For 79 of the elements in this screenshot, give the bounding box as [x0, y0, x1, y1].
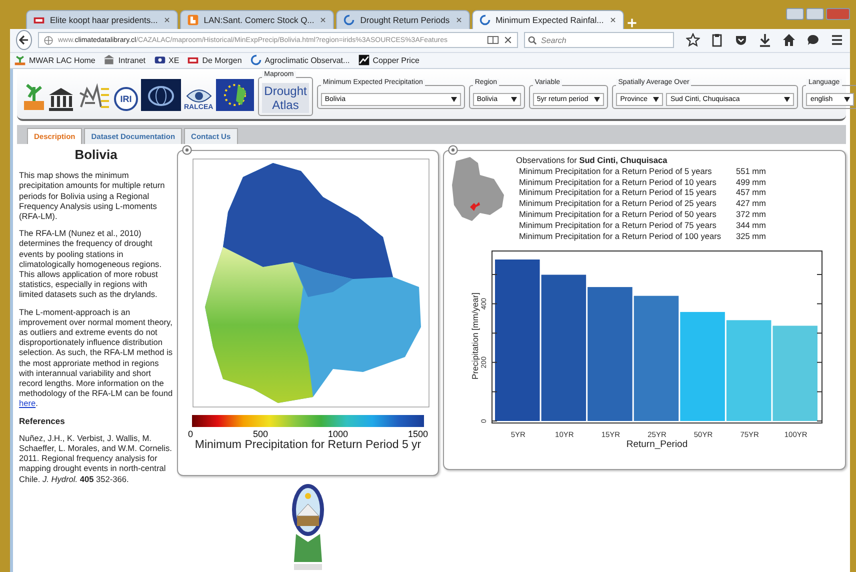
- settings-icon[interactable]: [448, 145, 458, 155]
- download-icon[interactable]: [758, 33, 772, 48]
- observation-value: 551 mm: [736, 166, 766, 177]
- scale-tick-label: 0: [188, 429, 194, 439]
- caret-icon: [450, 96, 457, 102]
- x-axis-title: Return_Period: [626, 439, 688, 450]
- observation-value: 427 mm: [736, 198, 766, 209]
- building-icon[interactable]: [103, 54, 116, 66]
- reader-icon[interactable]: [487, 34, 499, 46]
- settings-icon[interactable]: [182, 145, 192, 155]
- search-field[interactable]: Search: [524, 32, 674, 48]
- here-link[interactable]: here: [19, 398, 36, 408]
- observation-label: Minimum Precipitation for a Return Period of 5 years: [519, 166, 713, 177]
- bookmark-link[interactable]: De Morgen: [202, 56, 242, 65]
- chat-icon[interactable]: [806, 33, 820, 48]
- globe-icon[interactable]: [43, 34, 54, 46]
- pocket-icon[interactable]: [734, 33, 748, 48]
- observations-heading: Observations for Sud Cinti, Chuquisaca: [516, 155, 668, 166]
- observation-label: Minimum Precipitation for a Return Period of 15 years: [519, 187, 718, 198]
- observation-value: 457 mm: [736, 187, 766, 198]
- caret-icon: [784, 96, 790, 102]
- observation-label: Minimum Precipitation for a Return Period of 75 years: [519, 220, 718, 231]
- browser-tab[interactable]: LAN:Sant. Comerc Stock Q...: [180, 10, 334, 29]
- bookmark-link[interactable]: Copper Price: [372, 56, 420, 65]
- caret-icon: [594, 96, 600, 102]
- observation-label: Minimum Precipitation for a Return Period of 25 years: [519, 198, 718, 209]
- close-icon[interactable]: [503, 35, 513, 46]
- menu-icon[interactable]: [830, 33, 844, 48]
- color-scale-title: Minimum Precipitation for Return Period 5 yr: [194, 439, 422, 451]
- scale-tick-label: 1500: [408, 429, 428, 439]
- references-heading: References: [19, 416, 66, 426]
- eye-logo[interactable]: [184, 88, 213, 104]
- scale-tick-label: 500: [252, 429, 268, 439]
- loading-icon[interactable]: [478, 14, 491, 26]
- clipboard-icon[interactable]: [710, 33, 724, 48]
- browser-tab[interactable]: Elite koopt haar presidents...: [26, 10, 178, 29]
- square-logo-icon[interactable]: [186, 14, 199, 26]
- description-paragraph: The RFA-LM (Nunez et al., 2010) determines the frequency of drought events by pooling stations in climatologically homogeneous regions. This allows application of more robust statistics, especially in regions with limited datasets such as the drylands.: [19, 228, 163, 300]
- close-icon[interactable]: [608, 16, 617, 24]
- observation-label: Minimum Precipitation for a Return Period of 100 years: [519, 230, 722, 242]
- bookmark-link[interactable]: MWAR LAC Home: [29, 56, 96, 65]
- close-icon[interactable]: [319, 16, 328, 24]
- temple-logo[interactable]: [48, 86, 74, 110]
- bookmark-link[interactable]: Agroclimatic Observat...: [264, 56, 350, 65]
- home-icon[interactable]: [782, 33, 796, 48]
- back-button[interactable]: [16, 30, 32, 50]
- new-tab-icon[interactable]: [626, 16, 638, 29]
- maproom-button[interactable]: Drought Atlas: [262, 83, 309, 113]
- back-arrow-icon: [19, 35, 29, 46]
- browser-tab[interactable]: Minimum Expected Rainfal...: [472, 10, 624, 29]
- globe-logo[interactable]: [141, 78, 181, 110]
- star-icon[interactable]: [686, 33, 700, 48]
- bookmark-link[interactable]: XE: [168, 56, 180, 65]
- description-paragraph: This map shows the minimum precipitation amounts for multiple return periods for Bolivia using a Regional Frequency Analysis using L-moments (RFA-LM).: [19, 170, 166, 222]
- page-title: Bolivia: [74, 150, 118, 160]
- observation-value: 499 mm: [736, 176, 766, 188]
- description-paragraph: The L-moment-approach is an improvement over normal moment theory, as outliers and extreme events do not disproportionately influence distribution selection. As such, the RFA-LM method is the most approriate method in regions with interannual variability and short record lengths. More information on the methodology of the RFA-LM can be found here.: [19, 306, 173, 409]
- browser-tab[interactable]: Drought Return Periods: [336, 10, 470, 29]
- close-icon[interactable]: [162, 16, 171, 24]
- scale-tick-label: 1000: [328, 429, 348, 439]
- reference-text: Nuñez, J.H., K. Verbist, J. Wallis, M. Schaeffer, L. Morales, and W.M. Cornelis. 2011. Regional frequency analysis for mapping drought events in north-central Chile. J. Hydrol. 405 352-366.: [19, 432, 173, 484]
- observation-value: 372 mm: [736, 208, 766, 220]
- caret-icon: [653, 96, 660, 102]
- observation-label: Minimum Precipitation for a Return Period of 10 years: [519, 176, 718, 188]
- observation-label: Minimum Precipitation for a Return Period of 50 years: [519, 208, 718, 220]
- observation-value: 325 mm: [736, 230, 766, 242]
- bookmark-link[interactable]: Intranet: [118, 56, 146, 65]
- observation-value: 344 mm: [736, 220, 766, 231]
- iri-logo[interactable]: IRI: [114, 86, 138, 110]
- loading-icon[interactable]: [250, 54, 262, 66]
- close-icon[interactable]: [454, 16, 463, 24]
- chart-icon[interactable]: [358, 54, 370, 66]
- sprout-icon[interactable]: [14, 54, 26, 66]
- eu-stars-logo[interactable]: [216, 78, 254, 110]
- loading-icon[interactable]: [343, 14, 356, 26]
- caret-icon: [510, 96, 517, 102]
- caret-icon: [844, 96, 850, 102]
- y-axis-title: Precipitation [mm/year]: [470, 292, 480, 380]
- xe-icon[interactable]: [154, 54, 166, 66]
